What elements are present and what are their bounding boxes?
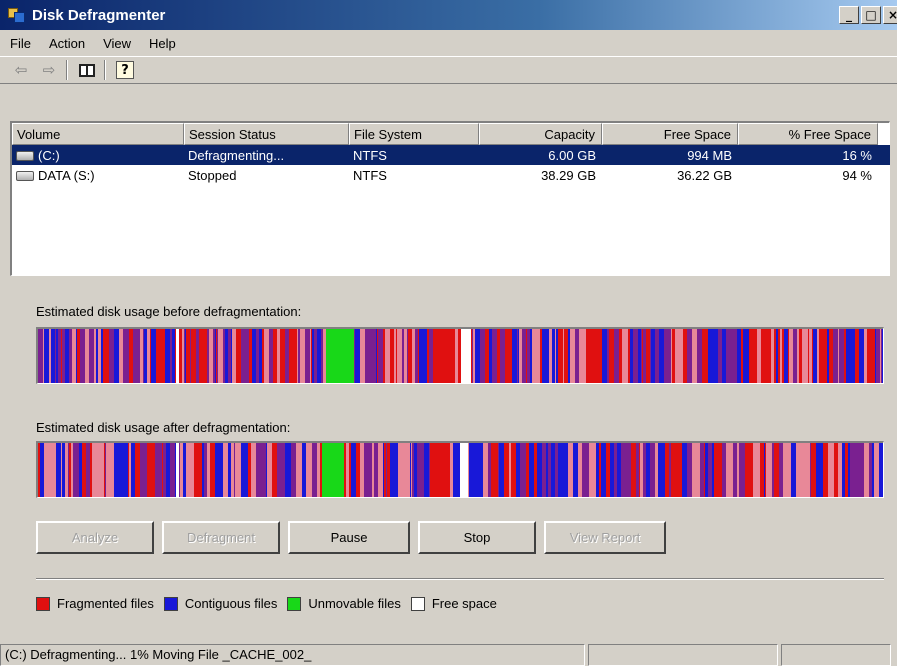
menu-bar: File Action View Help xyxy=(0,30,897,56)
column-header-file-system[interactable]: File System xyxy=(349,123,479,145)
percent-free-space: 94 % xyxy=(842,167,872,183)
column-header-capacity[interactable]: Capacity xyxy=(479,123,602,145)
defragment-button[interactable]: Defragment xyxy=(162,521,280,554)
back-arrow-icon[interactable]: ⇦ xyxy=(10,59,32,81)
minimize-button[interactable]: _ xyxy=(839,6,859,24)
toolbar: ⇦ ⇨ ? xyxy=(0,56,897,84)
file-system: NTFS xyxy=(353,147,387,163)
volume-list[interactable]: Volume Session Status File System Capaci… xyxy=(10,121,890,276)
column-header-free-space[interactable]: Free Space xyxy=(602,123,738,145)
toolbar-separator xyxy=(104,60,106,80)
stop-button[interactable]: Stop xyxy=(418,521,536,554)
fragmented-swatch xyxy=(36,596,50,611)
legend-contiguous: Contiguous files xyxy=(163,596,277,611)
contiguous-swatch xyxy=(163,596,178,611)
legend: Fragmented files Contiguous files Unmova… xyxy=(36,596,507,611)
file-system: NTFS xyxy=(353,167,387,183)
legend-free-space: Free space xyxy=(410,596,497,611)
disk-usage-after-display xyxy=(36,441,884,498)
free-space: 36.22 GB xyxy=(677,167,732,183)
status-panel-3 xyxy=(781,644,891,666)
table-row[interactable]: (C:) Defragmenting... NTFS 6.00 GB 994 M… xyxy=(12,145,890,165)
pause-button[interactable]: Pause xyxy=(288,521,410,554)
status-bar: (C:) Defragmenting... 1% Moving File _CA… xyxy=(0,642,897,666)
capacity: 38.29 GB xyxy=(541,167,596,183)
menu-help[interactable]: Help xyxy=(149,36,176,51)
unmovable-swatch xyxy=(287,596,302,611)
toolbar-separator xyxy=(66,60,68,80)
free-space: 994 MB xyxy=(687,147,732,163)
capacity: 6.00 GB xyxy=(548,147,596,163)
volume-name: DATA (S:) xyxy=(38,167,95,183)
forward-arrow-icon[interactable]: ⇨ xyxy=(38,59,60,81)
disk-defragmenter-icon xyxy=(8,6,26,24)
volume-name: (C:) xyxy=(38,147,60,163)
status-panel-2 xyxy=(588,644,778,666)
divider xyxy=(36,578,884,580)
column-header-volume[interactable]: Volume xyxy=(12,123,184,145)
free-space-swatch xyxy=(410,596,425,611)
column-headers: Volume Session Status File System Capaci… xyxy=(12,123,890,145)
status-text: (C:) Defragmenting... 1% Moving File _CA… xyxy=(0,644,585,666)
menu-action[interactable]: Action xyxy=(49,36,85,51)
drive-icon xyxy=(16,151,34,162)
menu-file[interactable]: File xyxy=(10,36,31,51)
window-title: Disk Defragmenter xyxy=(32,6,166,24)
column-header-percent-free-space[interactable]: % Free Space xyxy=(738,123,878,145)
percent-free-space: 16 % xyxy=(842,147,872,163)
disk-usage-before-display xyxy=(36,327,884,384)
before-defrag-label: Estimated disk usage before defragmentat… xyxy=(36,304,302,319)
analyze-button[interactable]: Analyze xyxy=(36,521,154,554)
column-header-session-status[interactable]: Session Status xyxy=(184,123,349,145)
legend-fragmented: Fragmented files xyxy=(36,596,154,611)
after-defrag-label: Estimated disk usage after defragmentati… xyxy=(36,420,291,435)
menu-view[interactable]: View xyxy=(103,36,131,51)
title-bar[interactable]: Disk Defragmenter _ □ × xyxy=(0,0,897,30)
help-icon[interactable]: ? xyxy=(114,59,136,81)
table-row[interactable]: DATA (S:) Stopped NTFS 38.29 GB 36.22 GB… xyxy=(12,165,890,185)
view-report-button[interactable]: View Report xyxy=(544,521,666,554)
close-button[interactable]: × xyxy=(883,6,897,24)
legend-unmovable: Unmovable files xyxy=(287,596,401,611)
window-controls: _ □ × xyxy=(839,6,897,24)
drive-icon xyxy=(16,171,34,182)
show-hide-console-tree-icon[interactable] xyxy=(76,59,98,81)
session-status: Stopped xyxy=(188,167,237,183)
maximize-button[interactable]: □ xyxy=(861,6,881,24)
session-status: Defragmenting... xyxy=(188,147,285,163)
